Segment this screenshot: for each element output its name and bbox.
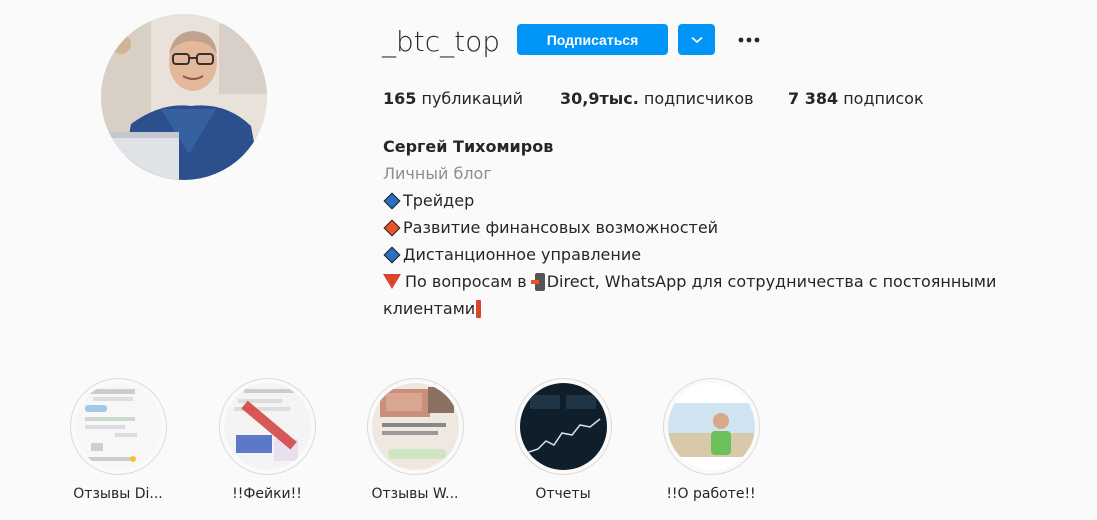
profile-full-name: Сергей Тихомиров: [383, 137, 554, 156]
highlight-ring: [662, 378, 760, 475]
orange-diamond-icon: [383, 219, 401, 236]
highlight-label: !!Фейки!!: [232, 486, 302, 502]
bio-line-5: клиентами: [383, 295, 1043, 322]
bio-line-2-text: Развитие финансовых возможностей: [403, 218, 719, 237]
highlight-ring: [69, 378, 167, 475]
highlight-thumbnail: [371, 383, 459, 470]
profile-bio: Сергей Тихомиров Личный блог Трейдер Раз…: [383, 133, 1043, 322]
highlight-thumbnail: [667, 383, 755, 470]
bio-line-5-text: клиентами: [383, 299, 476, 318]
posts-count: 165: [383, 89, 417, 108]
avatar-image: [101, 14, 267, 180]
highlight-label: Отчеты: [535, 486, 591, 502]
highlight-item[interactable]: Отзывы W...: [355, 378, 475, 502]
bio-line-4: По вопросам в Direct, WhatsApp для сотру…: [383, 268, 1043, 295]
highlight-item[interactable]: !!О работе!!: [651, 378, 771, 502]
story-highlights: Отзывы Di... !!Фейки!! Отзывы W... Отчет…: [0, 378, 1097, 518]
highlight-label: Отзывы W...: [371, 486, 459, 502]
bio-line-3: Дистанционное управление: [383, 241, 1043, 268]
posts-label: публикаций: [421, 89, 524, 108]
profile-category: Личный блог: [383, 164, 492, 183]
posts-stat: 165 публикаций: [383, 88, 560, 110]
mobile-phone-icon: [530, 272, 545, 291]
highlight-thumbnail: [74, 383, 162, 470]
highlight-thumbnail: [223, 383, 311, 470]
highlight-thumbnail: [519, 383, 607, 470]
bio-line-3-text: Дистанционное управление: [403, 245, 642, 264]
following-label: подписок: [843, 89, 924, 108]
highlight-item[interactable]: Отчеты: [503, 378, 623, 502]
following-stat[interactable]: 7 384 подписок: [788, 88, 924, 110]
highlight-ring: [514, 378, 612, 475]
bio-line-2: Развитие финансовых возможностей: [383, 214, 1043, 241]
follow-button[interactable]: Подписаться: [517, 24, 668, 55]
exclamation-icon: [476, 299, 482, 318]
bio-line-1: Трейдер: [383, 187, 1043, 214]
profile-avatar[interactable]: [101, 14, 267, 180]
bio-line-4-text-b: Direct, WhatsApp для сотрудничества с по…: [546, 272, 997, 291]
highlight-label: Отзывы Di...: [73, 486, 163, 502]
highlight-item[interactable]: Отзывы Di...: [58, 378, 178, 502]
profile-username: _btc_top: [382, 25, 501, 58]
bio-line-4-text-a: По вопросам в: [405, 272, 527, 291]
highlight-ring: [218, 378, 316, 475]
suggestions-dropdown-button[interactable]: [678, 24, 715, 55]
highlight-label: !!О работе!!: [666, 486, 756, 502]
more-dots-icon: [738, 37, 760, 42]
highlight-ring: [366, 378, 464, 475]
following-count: 7 384: [788, 89, 839, 108]
followers-count: 30,9тыс.: [560, 89, 639, 108]
red-triangle-icon: [383, 274, 401, 289]
blue-diamond-icon: [383, 246, 401, 263]
profile-stats: 165 публикаций 30,9тыс. подписчиков 7 38…: [383, 88, 924, 110]
blue-diamond-icon: [383, 192, 401, 209]
more-options-button[interactable]: [732, 24, 766, 55]
followers-stat[interactable]: 30,9тыс. подписчиков: [560, 88, 788, 110]
chevron-down-icon: [690, 36, 703, 43]
bio-line-1-text: Трейдер: [403, 191, 475, 210]
followers-label: подписчиков: [643, 89, 754, 108]
highlight-item[interactable]: !!Фейки!!: [207, 378, 327, 502]
